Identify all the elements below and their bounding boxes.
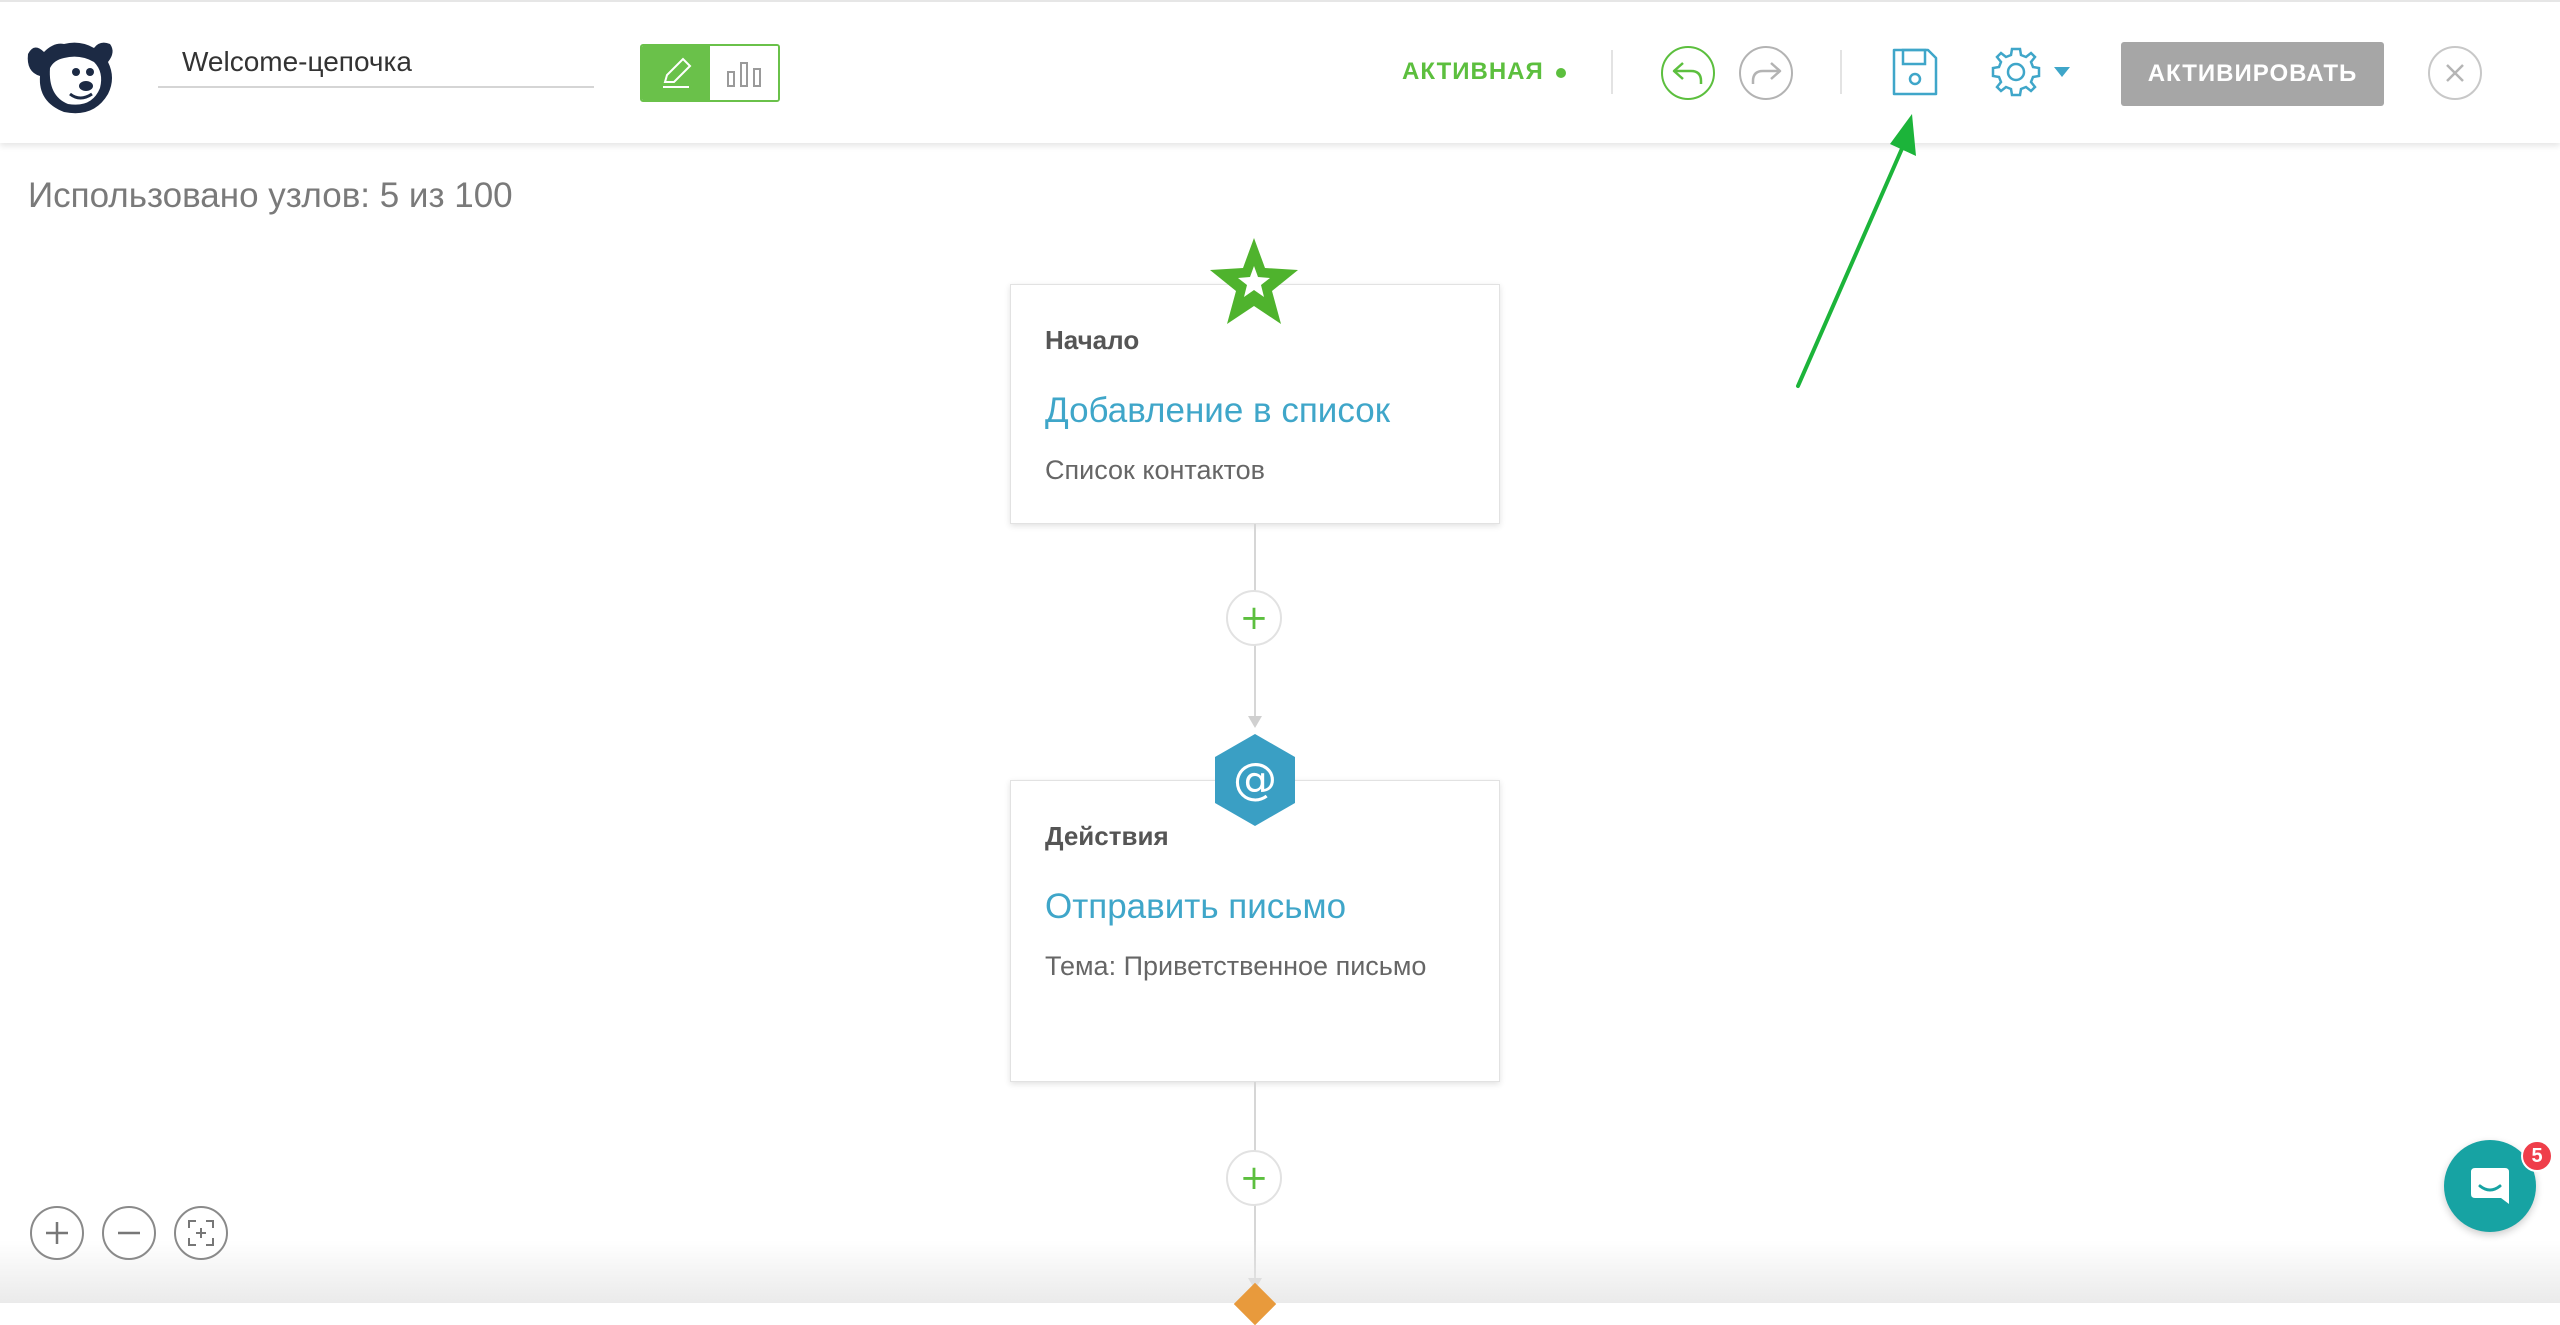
fit-to-screen-button[interactable] — [174, 1206, 228, 1260]
zoom-out-button[interactable] — [102, 1206, 156, 1260]
stats-mode-button[interactable] — [710, 46, 778, 100]
edit-mode-button[interactable] — [642, 46, 710, 100]
zoom-in-icon — [46, 1222, 68, 1244]
node-title: Добавление в список — [1045, 391, 1391, 430]
chain-name-field-wrap — [158, 32, 594, 88]
chat-unread-badge: 5 — [2521, 1140, 2553, 1172]
status-label: АКТИВНАЯ — [1402, 58, 1544, 85]
fit-to-screen-icon — [188, 1220, 214, 1246]
node-title: Отправить письмо — [1045, 887, 1347, 926]
node-subtitle: Тема: Приветственное письмо — [1045, 951, 1427, 981]
close-icon — [2446, 64, 2464, 82]
settings-button[interactable] — [1984, 44, 2076, 100]
save-button[interactable] — [1888, 44, 1942, 100]
save-icon — [1892, 48, 1938, 96]
connector-arrow — [1248, 716, 1262, 728]
pencil-icon — [663, 57, 692, 88]
top-toolbar: АКТИВНАЯ АКТИВИРОВАТЬ — [0, 0, 2560, 143]
node-usage-counter: Использовано узлов: 5 из 100 — [28, 176, 513, 215]
chat-icon — [2471, 1168, 2509, 1204]
node-subtitle: Список контактов — [1045, 455, 1265, 485]
svg-text:@: @ — [1233, 754, 1277, 805]
toolbar-divider — [1840, 50, 1842, 94]
toolbar-divider — [1611, 50, 1613, 94]
add-step-button[interactable]: + — [1226, 1150, 1282, 1206]
redo-icon — [1751, 62, 1782, 84]
chain-name-input[interactable] — [158, 40, 594, 84]
node-kind-label: Действия — [1045, 821, 1169, 851]
activate-button[interactable]: АКТИВИРОВАТЬ — [2121, 42, 2384, 106]
add-step-button[interactable]: + — [1226, 590, 1282, 646]
undo-icon — [1672, 62, 1703, 84]
star-icon — [1210, 238, 1298, 324]
mode-toggle — [640, 44, 780, 102]
canvas-bottom-fade — [0, 1240, 2560, 1303]
chevron-down-icon — [2054, 67, 2070, 77]
at-sign-icon: @ — [1215, 734, 1295, 826]
status-indicator — [1556, 68, 1566, 78]
annotation-arrow — [1796, 114, 1916, 388]
zoom-out-icon — [118, 1231, 140, 1235]
bar-chart-icon — [727, 62, 761, 87]
redo-button[interactable] — [1739, 46, 1793, 100]
zoom-in-button[interactable] — [30, 1206, 84, 1260]
undo-button[interactable] — [1661, 46, 1715, 100]
gear-icon — [1991, 47, 2041, 97]
node-kind-label: Начало — [1045, 325, 1140, 355]
dog-logo-icon[interactable] — [24, 32, 120, 118]
close-button[interactable] — [2428, 46, 2482, 100]
